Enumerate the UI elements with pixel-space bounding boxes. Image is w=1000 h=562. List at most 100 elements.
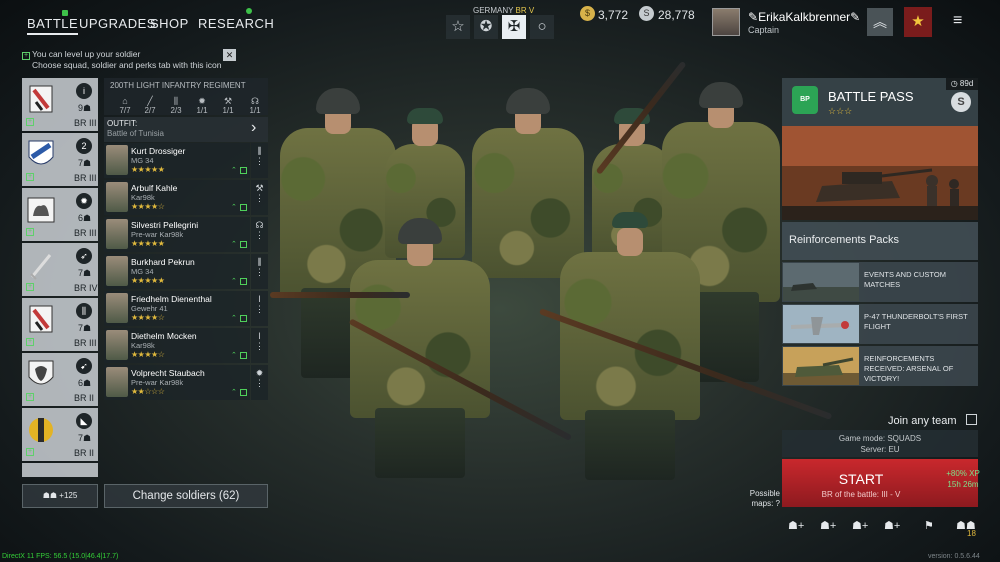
soldier-row[interactable]: Arbulf Kahle Kar98k ★★★★☆ ⌃ xyxy=(104,180,250,215)
mode-cross-icon[interactable]: ✠ xyxy=(502,15,526,39)
tab-upgrades[interactable]: UPGRADES xyxy=(79,16,156,31)
flag-icon[interactable]: ⚑ xyxy=(924,519,934,532)
squad-count: 7☗ xyxy=(78,268,92,278)
tooltip: You can level up your soldier Choose squ… xyxy=(32,49,222,70)
join-any-team-label: Join any team xyxy=(888,415,957,427)
battle-pass-title: BATTLE PASS xyxy=(828,89,914,104)
squad-emblem-icon xyxy=(27,197,55,223)
username[interactable]: ✎ErikaKalkbrenner✎ xyxy=(748,10,860,24)
squad-card[interactable]: i 9☗ + BR III xyxy=(22,78,98,131)
soldier-portrait xyxy=(106,293,128,323)
close-icon[interactable]: ✕ xyxy=(223,49,236,61)
soldier-weapon: MG 34 xyxy=(131,267,154,276)
news-item[interactable]: REINFORCEMENTS RECEIVED: ARSENAL OF VICT… xyxy=(782,346,978,386)
clock-icon: ◷ xyxy=(950,79,958,88)
join-any-team-checkbox[interactable] xyxy=(966,414,977,425)
tab-research[interactable]: RESEARCH xyxy=(198,16,274,31)
soldier-row[interactable]: Burkhard Pekrun MG 34 ★★★★★ ⌃ xyxy=(104,254,250,289)
outfit-label: OUTFIT: xyxy=(107,119,138,128)
upgrade-icon: + xyxy=(26,283,34,291)
mode-badge-icon[interactable]: ✪ xyxy=(474,15,498,39)
squad-count: 6☗ xyxy=(78,378,92,388)
news-item[interactable]: P-47 THUNDERBOLT'S FIRST FLIGHT xyxy=(782,304,978,344)
squad-class-icon: ◣ xyxy=(76,413,92,429)
soldier-portrait xyxy=(106,145,128,175)
soldier-row[interactable]: Silvestri Pellegrini Pre-war Kar98k ★★★★★ ⌃ xyxy=(104,217,250,252)
rank-chevron-icon[interactable]: ︽ xyxy=(867,8,893,36)
manage-squads-button[interactable]: ☗☗ +125 xyxy=(22,484,98,508)
headphones-icon: ☊ xyxy=(251,96,259,106)
soldier-slot-icon[interactable]: ✹ ⋮ xyxy=(251,365,268,400)
change-soldiers-button[interactable]: Change soldiers (62) xyxy=(104,484,268,508)
soldier-name: Kurt Drossiger xyxy=(131,146,186,156)
squad-card[interactable]: ✹ 6☗ + BR III xyxy=(22,188,98,241)
soldier-weapon: Pre-war Kar98k xyxy=(131,378,184,387)
soldier-row[interactable]: Kurt Drossiger MG 34 ★★★★★ ⌃ xyxy=(104,143,250,178)
rank-up-icon: ⌃ xyxy=(231,241,237,248)
upgrade-icon: + xyxy=(26,173,34,181)
soldier-portrait xyxy=(106,330,128,360)
wrench-icon: ⚒ xyxy=(223,96,233,106)
more-icon: ⋮ xyxy=(255,156,264,166)
soldier-row[interactable]: Diethelm Mocken Kar98k ★★★★☆ ⌃ xyxy=(104,328,250,363)
menu-icon[interactable]: ≡ xyxy=(953,12,962,30)
news-thumbnail xyxy=(783,263,859,301)
squad-card[interactable]: ◣ 7☗ + BR II xyxy=(22,408,98,461)
soldier-row[interactable]: Friedhelm Dienenthal Gewehr 41 ★★★★☆ ⌃ xyxy=(104,291,250,326)
squad-count: 6☗ xyxy=(78,213,92,223)
group-icon: ☗☗ xyxy=(42,491,58,500)
chevron-right-icon[interactable]: › xyxy=(251,119,256,137)
upgrade-icon xyxy=(240,352,247,359)
more-icon: ⋮ xyxy=(255,378,264,388)
news-item[interactable]: EVENTS AND CUSTOM MATCHES xyxy=(782,262,978,302)
currency-coin-icon: S xyxy=(951,92,971,112)
tab-shop[interactable]: SHOP xyxy=(150,16,189,31)
stat-soldiers: ⌂ 7/7 xyxy=(114,96,136,115)
rank-up-icon: ⌃ xyxy=(231,167,237,174)
battle-pass-image xyxy=(782,126,978,220)
squad-br: BR III xyxy=(74,338,97,348)
squad-count: 9☗ xyxy=(78,103,92,113)
battle-pass-timer: ◷ 89d xyxy=(946,78,978,90)
avatar[interactable] xyxy=(712,8,740,36)
possible-maps-label[interactable]: Possible maps: ? xyxy=(742,489,780,509)
add-friend-icon[interactable]: ☗+ xyxy=(820,519,836,532)
battle-pass-stars: ☆☆☆ xyxy=(828,106,853,116)
soldier-slot-icon[interactable]: ⫼ ⋮ xyxy=(251,254,268,289)
squad-emblem-icon xyxy=(30,254,52,280)
silver-coin-icon: $ xyxy=(580,6,595,21)
more-icon: ⋮ xyxy=(255,267,264,277)
soldier-row[interactable]: Volprecht Staubach Pre-war Kar98k ★★☆☆☆ ⌃ xyxy=(104,365,250,400)
more-icon: ⋮ xyxy=(255,230,264,240)
add-friend-icon[interactable]: ☗+ xyxy=(884,519,900,532)
mode-circle-icon[interactable]: ○ xyxy=(530,15,554,39)
soldier-slot-icon[interactable]: ⫼ ⋮ xyxy=(251,143,268,178)
upgrade-icon: + xyxy=(26,338,34,346)
rifle-icon: ╱ xyxy=(147,96,153,106)
squad-card[interactable]: ➹ 6☗ + BR II xyxy=(22,353,98,406)
squad-card[interactable] xyxy=(22,463,98,477)
star-icon[interactable]: ★ xyxy=(904,7,932,37)
notification-dot xyxy=(246,8,252,14)
squad-card[interactable]: ⫼ 7☗ + BR III xyxy=(22,298,98,351)
squad-card[interactable]: 2 7☗ + BR III xyxy=(22,133,98,186)
squad-br: BR II xyxy=(74,393,95,403)
soldier-weapon: Gewehr 41 xyxy=(131,304,168,313)
soldier-rating: ★★★★★ xyxy=(131,239,165,248)
soldier-slot-icon[interactable]: ☊ ⋮ xyxy=(251,217,268,252)
gold-amount: 28,778 xyxy=(658,8,695,22)
soldier-slot-icon[interactable]: ǀ ⋮ xyxy=(251,291,268,326)
add-friend-icon[interactable]: ☗+ xyxy=(852,519,868,532)
soldier-portrait xyxy=(106,219,128,249)
soldier-slot-icon[interactable]: ⚒ ⋮ xyxy=(251,180,268,215)
rank-up-icon: ⌃ xyxy=(231,204,237,211)
soldier-slot-icon[interactable]: ǀ ⋮ xyxy=(251,328,268,363)
stat-tools: ⚒ 1/1 xyxy=(217,96,239,115)
mode-star-icon[interactable]: ☆ xyxy=(446,15,470,39)
soldier-name: Arbulf Kahle xyxy=(131,183,178,193)
tab-battle[interactable]: BATTLE xyxy=(27,16,79,35)
regiment-title: 200TH LIGHT INFANTRY REGIMENT xyxy=(110,81,246,90)
party-count: 18 xyxy=(967,529,976,538)
squad-card[interactable]: ➶ 7☗ + BR IV xyxy=(22,243,98,296)
add-friend-icon[interactable]: ☗+ xyxy=(788,519,804,532)
